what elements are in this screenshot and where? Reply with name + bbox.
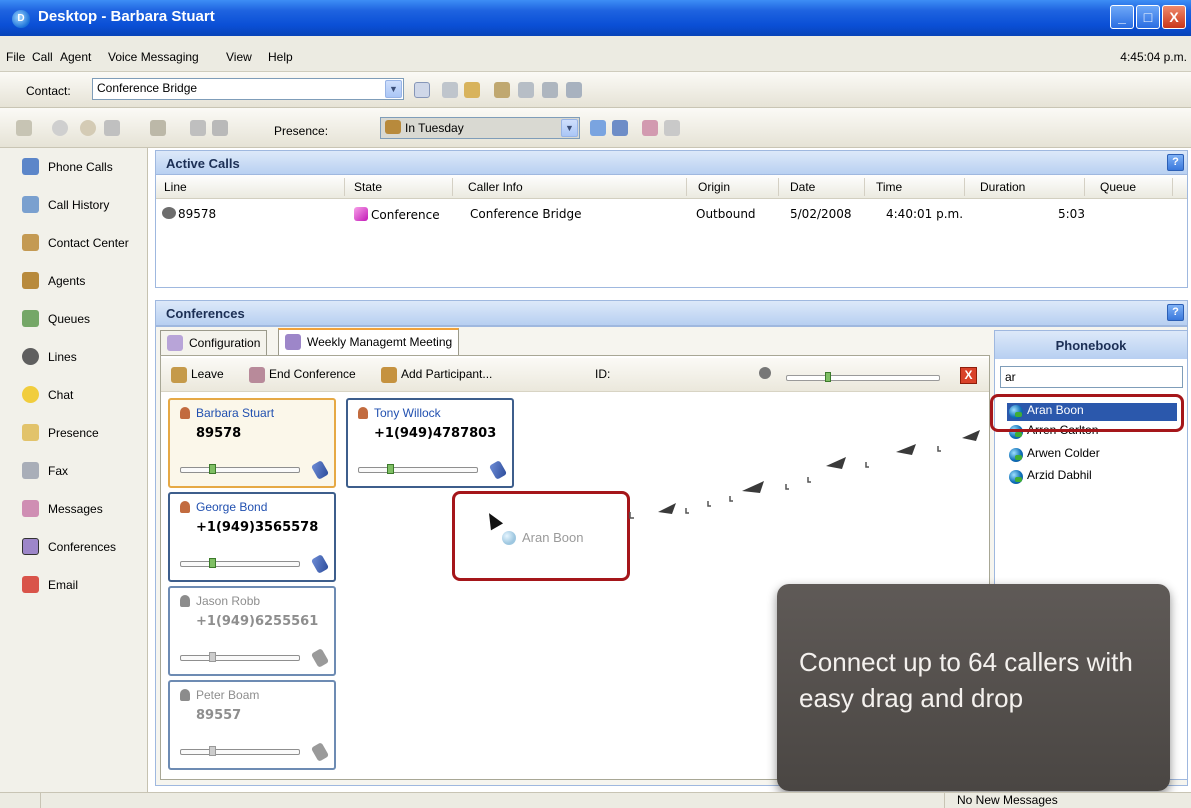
list-item[interactable]: Arzid Dabhil — [1007, 468, 1177, 486]
globe-icon — [1009, 470, 1023, 484]
list-item[interactable]: Arwen Colder — [1007, 446, 1177, 464]
phonebook-highlight — [990, 394, 1184, 432]
status-bar: No New Messages — [0, 792, 1191, 808]
status-messages: No New Messages — [944, 793, 1191, 808]
phonebook-title: Phonebook — [995, 331, 1187, 359]
globe-icon — [1009, 448, 1023, 462]
feature-callout: Connect up to 64 callers with easy drag … — [777, 584, 1170, 791]
phonebook-search-input[interactable]: ar — [1000, 366, 1183, 388]
